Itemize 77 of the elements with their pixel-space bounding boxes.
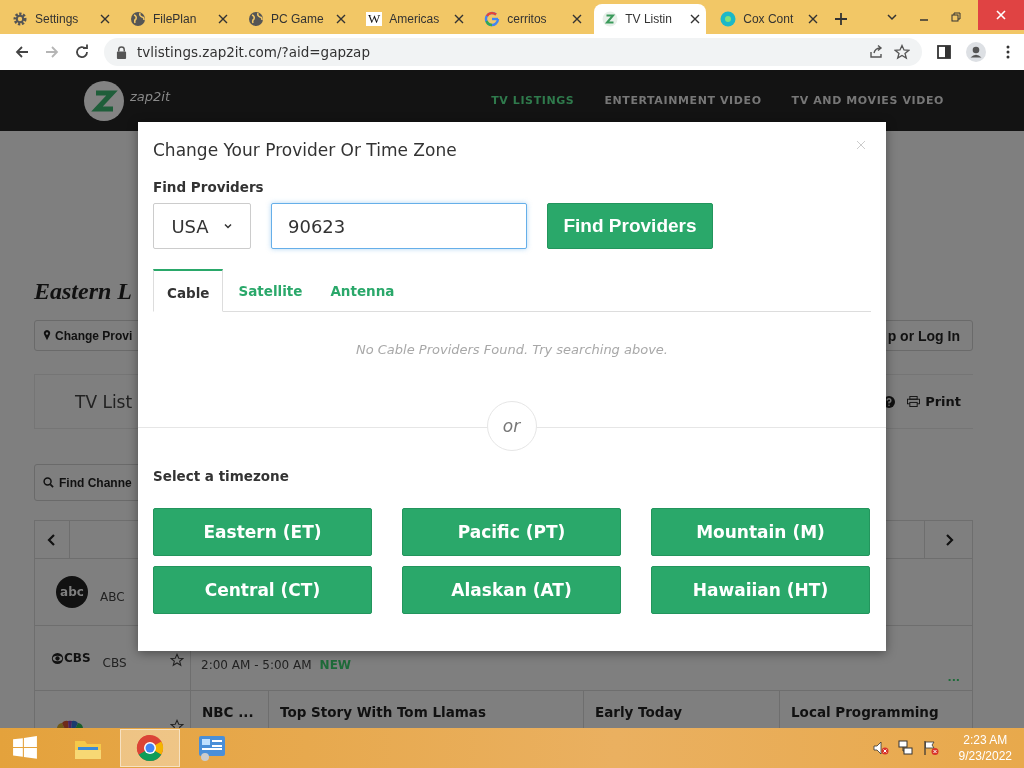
- eye-icon: [51, 651, 64, 665]
- channel-logo: abc: [56, 576, 88, 608]
- listings-title: TV List: [75, 391, 133, 412]
- close-icon[interactable]: [100, 14, 110, 24]
- browser-tab[interactable]: PC Game: [244, 4, 352, 34]
- gear-icon: [12, 11, 28, 27]
- nav-link[interactable]: TV AND MOVIES VIDEO: [791, 94, 944, 107]
- reload-icon[interactable]: [74, 44, 90, 60]
- search-icon: [43, 477, 54, 488]
- logo-icon[interactable]: [84, 80, 124, 121]
- chrome-icon: [136, 734, 164, 762]
- browser-tab[interactable]: Cox Cont: [716, 4, 825, 34]
- find-providers-label: Find Providers: [153, 179, 265, 195]
- new-tab-icon[interactable]: [834, 12, 849, 26]
- browser-tab[interactable]: cerritos: [480, 4, 589, 34]
- close-icon[interactable]: [454, 14, 465, 24]
- taskbar-app[interactable]: [120, 729, 180, 767]
- profile-icon[interactable]: [966, 42, 986, 62]
- provider-tab[interactable]: Satellite: [225, 269, 316, 311]
- flag-icon[interactable]: [922, 740, 939, 756]
- star-icon[interactable]: [170, 653, 184, 667]
- provider-tab[interactable]: Antenna: [317, 269, 408, 311]
- timezone-button[interactable]: Eastern (ET): [153, 508, 372, 556]
- provider-tab[interactable]: Cable: [153, 269, 224, 312]
- nav-link[interactable]: TV LISTINGS: [491, 94, 575, 107]
- call-sign: CBS: [102, 656, 127, 670]
- globe-icon: [130, 11, 146, 27]
- wiki-icon: W: [366, 12, 383, 26]
- chevron-left-icon: [47, 532, 57, 547]
- close-icon[interactable]: [336, 14, 346, 24]
- pin-icon: [43, 330, 51, 341]
- print-button[interactable]: Print: [907, 394, 961, 409]
- address-bar[interactable]: tvlistings.zap2it.com/?aid=gapzap: [104, 38, 922, 66]
- new-tag: NEW: [319, 658, 352, 672]
- printer-icon: [907, 396, 921, 407]
- browser-tab[interactable]: TV Listin: [594, 4, 707, 34]
- empty-message: No Cable Providers Found. Try searching above.: [355, 342, 669, 357]
- timezone-button[interactable]: Pacific (PT): [402, 508, 621, 556]
- close-icon[interactable]: [690, 14, 701, 24]
- find-providers-button[interactable]: Find Providers: [547, 203, 713, 249]
- chevron-down-icon: [222, 221, 233, 231]
- dialog-title: Change Your Provider Or Time Zone: [153, 140, 457, 160]
- zap-icon: [602, 11, 619, 27]
- program-time: 2:00 AM - 5:00 AM: [201, 658, 312, 672]
- globe-icon: [248, 11, 264, 27]
- country-select[interactable]: USA: [153, 203, 251, 249]
- browser-tab[interactable]: FilePlan: [126, 4, 234, 34]
- browser-tab[interactable]: W Americas: [362, 4, 471, 34]
- star-icon[interactable]: [894, 44, 910, 60]
- timezone-button[interactable]: Hawaiian (HT): [651, 566, 870, 614]
- share-icon[interactable]: [868, 44, 884, 60]
- page-heading: Eastern L: [34, 277, 132, 306]
- restore-icon[interactable]: [950, 11, 962, 23]
- call-sign: ABC: [100, 590, 125, 604]
- back-icon[interactable]: [14, 44, 30, 60]
- google-icon: [484, 11, 501, 27]
- control-panel-icon: [197, 734, 227, 762]
- chevron-right-icon: [943, 532, 954, 547]
- chevron-down-icon[interactable]: [886, 11, 898, 23]
- close-icon[interactable]: [808, 14, 819, 24]
- sidebar-icon[interactable]: [936, 44, 952, 60]
- browser-tab[interactable]: Settings: [8, 4, 116, 34]
- timezone-button[interactable]: Alaskan (AT): [402, 566, 621, 614]
- channel-logo: CBS: [64, 651, 91, 665]
- timezone-button[interactable]: Mountain (M): [651, 508, 870, 556]
- close-icon: [995, 9, 1007, 21]
- network-icon[interactable]: [897, 740, 914, 756]
- logo-text[interactable]: zap2it: [130, 89, 171, 104]
- program-cell[interactable]: Local Programming: [780, 691, 972, 728]
- zip-input[interactable]: 90623: [271, 203, 527, 249]
- timezone-button[interactable]: Central (CT): [153, 566, 372, 614]
- muted-speaker-icon[interactable]: [872, 740, 889, 756]
- close-icon[interactable]: [218, 14, 228, 24]
- lock-icon: [116, 45, 127, 59]
- close-icon[interactable]: [572, 14, 583, 24]
- cox-icon: [720, 11, 737, 27]
- nav-link[interactable]: ENTERTAINMENT VIDEO: [604, 94, 762, 107]
